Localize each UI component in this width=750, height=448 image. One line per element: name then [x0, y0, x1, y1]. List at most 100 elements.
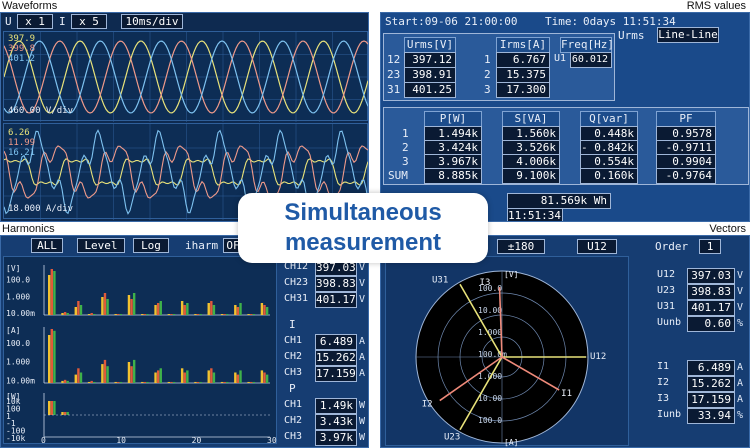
timebase-button[interactable]: 10ms/div [121, 14, 183, 29]
voltage-harmonic-bar [132, 293, 136, 315]
current-harmonic-bar [103, 359, 107, 383]
current-harmonic-bar [61, 380, 64, 383]
voltage-harmonic-bar [156, 303, 160, 315]
current-harmonic-bar [226, 381, 229, 383]
i_group-channel: CH1 [284, 335, 303, 346]
current-harmonic-bar [252, 381, 256, 383]
energy-value: 81.569k Wh [507, 193, 611, 209]
p_group-value: 1.49k [315, 398, 357, 414]
power-row-label: 3 [402, 155, 409, 168]
current-harmonic-bar [132, 359, 136, 383]
current-harmonic-bar [119, 381, 123, 383]
voltage-harmonic-bar [236, 307, 240, 315]
u-scale-button[interactable]: x 1 [17, 14, 53, 29]
p_group-channel: CH2 [284, 415, 303, 426]
i_group-value: 17.159 [315, 366, 357, 382]
i_group-value: 15.262 [315, 350, 357, 366]
irms-1-value: 6.767 [496, 52, 550, 68]
v_group-unit: V [359, 278, 366, 289]
voltage-harmonic-bar [93, 314, 96, 315]
current-harmonic-bar [48, 335, 51, 383]
voltage-harmonic-bar [48, 275, 51, 315]
v_group-unit: V [359, 294, 366, 305]
v-reading-2: 399.8 [8, 44, 36, 54]
order-label: Order [655, 240, 689, 253]
current-harmonic-bar [170, 381, 173, 383]
current-harmonic-bar [186, 370, 189, 383]
axis-tick-label: 100.0 [6, 276, 30, 285]
vector-u_rows-unit: V [737, 286, 744, 297]
voltage-harmonic-bar [252, 314, 256, 315]
voltage-harmonic-bar [212, 305, 216, 315]
voltage-harmonic-bar [172, 314, 176, 315]
p-header: P[W] [424, 111, 482, 127]
current-harmonic-bar [77, 368, 80, 383]
v-reading-1: 397.9 [8, 34, 36, 44]
vector-u_rows-label: Uunb [657, 317, 682, 328]
start-time: Start:09-06 21:00:00 [385, 15, 518, 28]
a-reading-3: 16.21 [8, 148, 36, 158]
i_group-unit: A [359, 336, 366, 347]
current-harmonic-bar [247, 381, 250, 383]
level-button[interactable]: Level [77, 238, 125, 253]
current-harmonic-bar [159, 368, 162, 383]
p_group-channel: CH1 [284, 399, 303, 410]
vector-i_rows-label: I2 [657, 377, 670, 388]
power-harmonic-bar [66, 412, 69, 415]
i_group-unit: A [359, 368, 366, 379]
current-harmonic-bar [74, 374, 77, 383]
reference-button[interactable]: U12 [577, 239, 617, 254]
all-button[interactable]: ALL [31, 238, 63, 253]
current-harmonic-bar [101, 364, 104, 383]
irms-header: Irms[A] [496, 37, 550, 53]
voltage-harmonic-bar [199, 314, 202, 315]
urms-23-value: 398.91 [404, 67, 456, 83]
iharm-label: iharm [185, 239, 219, 252]
log-button[interactable]: Log [133, 238, 169, 253]
urms-mode-label: Urms [618, 29, 645, 42]
p_group-value: 3.97k [315, 430, 357, 446]
phasor-label: U12 [590, 352, 606, 362]
line-mode-button[interactable]: Line-Line [657, 27, 719, 43]
current-harmonic-bar [117, 381, 120, 383]
voltage-harmonic-bar [87, 314, 91, 315]
voltage-harmonic-bar [90, 313, 93, 315]
axis-tick-label: [V] [6, 264, 20, 273]
current-harmonic-bar [207, 370, 210, 383]
voltage-harmonic-bar [247, 314, 250, 315]
voltage-harmonic-bar [63, 312, 67, 315]
vector-u_rows-value: 398.83 [687, 284, 735, 300]
current-harmonic-bar [79, 372, 83, 383]
order-value[interactable]: 1 [699, 239, 721, 254]
current-harmonic-bar [93, 381, 96, 383]
u-row-label: 12 [387, 53, 401, 66]
current-harmonic-bar [220, 381, 224, 383]
current-harmonic-bar [146, 381, 149, 383]
urms-12-value: 397.12 [404, 52, 456, 68]
i-scale-button[interactable]: x 5 [71, 14, 107, 29]
voltage-harmonic-bar [196, 314, 200, 315]
current-harmonic-bar [154, 372, 157, 383]
q-value: 0.160k [580, 168, 638, 184]
current-harmonic-bar [263, 372, 266, 383]
i_group-channel: CH3 [284, 367, 303, 378]
power-harmonic-bar [48, 401, 51, 415]
current-harmonic-bar [239, 370, 242, 383]
phasor-label: U31 [432, 275, 448, 285]
power-harmonic-bar [53, 401, 56, 415]
voltage-harmonic-bar [50, 269, 53, 315]
i_group-channel: CH2 [284, 351, 303, 362]
current-harmonic-bar [127, 362, 131, 383]
range-button[interactable]: ±180 [497, 239, 545, 254]
power-harmonic-bar [63, 412, 67, 415]
i_group-title: I [289, 318, 296, 331]
voltage-harmonic-bar [210, 301, 213, 315]
current-harmonic-bar [212, 372, 216, 383]
voltage-harmonic-bar [223, 314, 226, 315]
voltage-harmonic-bar [66, 313, 69, 315]
current-harmonic-bar [234, 372, 237, 383]
vector-i_rows-unit: A [737, 362, 744, 373]
voltage-harmonic-bar [141, 314, 144, 315]
phasor-plot: [V][A]100.010.001.000100.0m1.00010.00100… [415, 270, 606, 447]
current-harmonic-bar [50, 329, 53, 383]
